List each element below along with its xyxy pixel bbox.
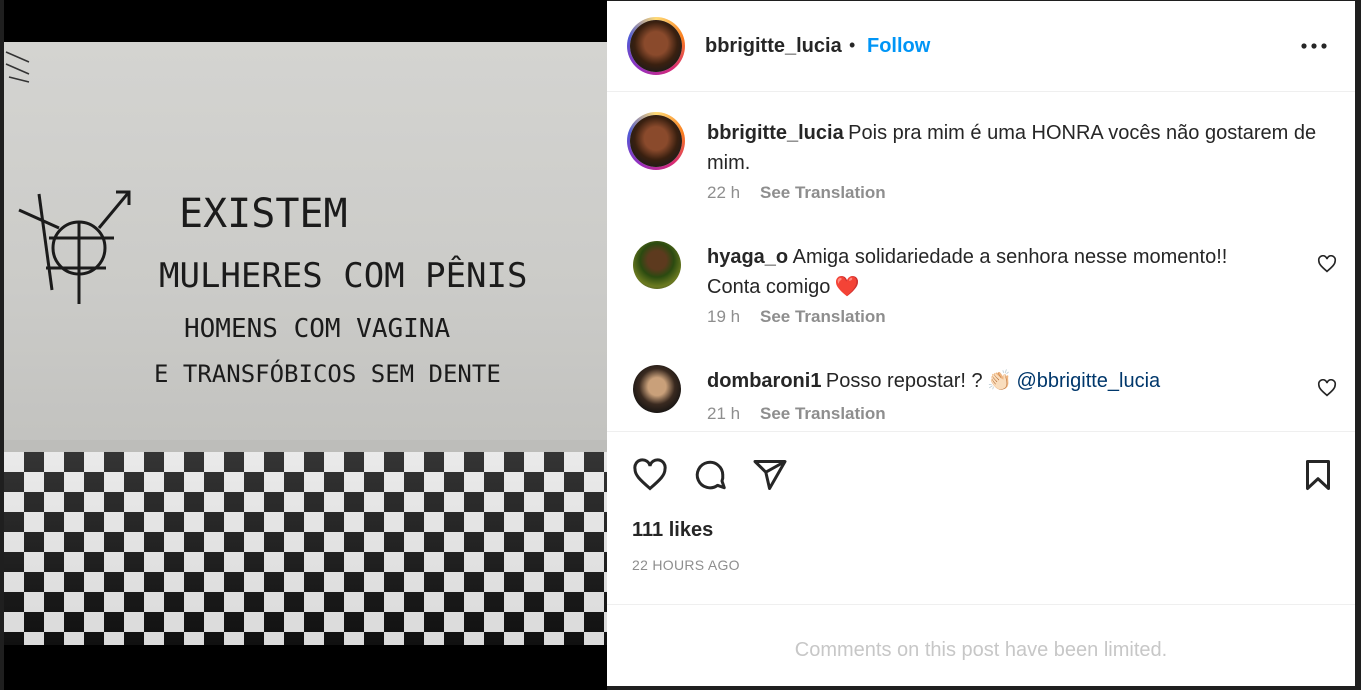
comment-1-time[interactable]: 19 h [707,307,740,327]
comment-2-text: Posso repostar! ? [825,370,983,392]
save-bookmark-icon[interactable] [1300,457,1336,493]
likes-count[interactable]: 111 likes [632,519,713,542]
caption-see-translation[interactable]: See Translation [760,183,886,203]
like-icon[interactable] [632,458,668,492]
more-options-icon[interactable] [1300,37,1330,55]
comment-1-like-icon[interactable] [1317,255,1337,273]
share-icon[interactable] [752,457,788,493]
comment-1-text-line2: Conta comigo [707,276,831,298]
comment-2-see-translation[interactable]: See Translation [760,404,886,424]
post-actions: 111 likes 22 HOURS AGO [607,431,1355,607]
post-timestamp[interactable]: 22 HOURS AGO [632,557,740,573]
comment-1-see-translation[interactable]: See Translation [760,307,886,327]
comment-1-text-line1: Amiga solidariedade a senhora nesse mome… [792,246,1228,268]
comments-limited-footer: Comments on this post have been limited. [607,604,1355,687]
comment-2-like-icon[interactable] [1317,379,1337,397]
follow-button[interactable]: Follow [867,35,930,58]
heart-emoji: ❤️ [834,276,860,298]
caption-avatar[interactable] [627,112,685,170]
comment-2-mention[interactable]: @bbrigitte_lucia [1016,370,1160,392]
separator-dot: • [849,35,856,55]
post-header: bbrigitte_lucia • Follow [607,1,1355,92]
graffiti-line-2: MULHERES COM PÊNIS [159,255,527,296]
comment-2-time[interactable]: 21 h [707,404,740,424]
caption-block: bbrigitte_lucia Pois pra mim é uma HONRA… [707,119,1327,179]
graffiti-drawing: EXISTEM MULHERES COM PÊNIS HOMENS COM VA… [5,51,527,388]
comment-1: hyaga_o Amiga solidariedade a senhora ne… [707,243,1307,303]
post-panel: bbrigitte_lucia • Follow bbrigitte_lucia… [607,1,1355,686]
graffiti-line-1: EXISTEM [179,191,348,237]
graffiti-line-4: E TRANSFÓBICOS SEM DENTE [154,358,501,388]
clap-emoji: 👏🏻 [987,370,1013,392]
graffiti-line-3: HOMENS COM VAGINA [184,314,450,344]
floor-shade [4,452,607,645]
caption-time[interactable]: 22 h [707,183,740,203]
comment-icon[interactable] [692,457,728,493]
post-image[interactable]: EXISTEM MULHERES COM PÊNIS HOMENS COM VA… [4,0,607,690]
author-username[interactable]: bbrigitte_lucia [705,35,842,58]
comments-limited-text: Comments on this post have been limited. [794,639,1168,661]
comment-2: dombaroni1 Posso repostar! ? 👏🏻 @bbrigit… [707,367,1307,397]
comment-1-username[interactable]: hyaga_o [707,246,788,268]
comment-2-username[interactable]: dombaroni1 [707,370,821,392]
caption-username[interactable]: bbrigitte_lucia [707,122,844,144]
author-avatar[interactable] [627,17,685,75]
comment-avatar-dombaroni[interactable] [633,365,681,413]
comment-avatar-hyaga[interactable] [633,241,681,289]
